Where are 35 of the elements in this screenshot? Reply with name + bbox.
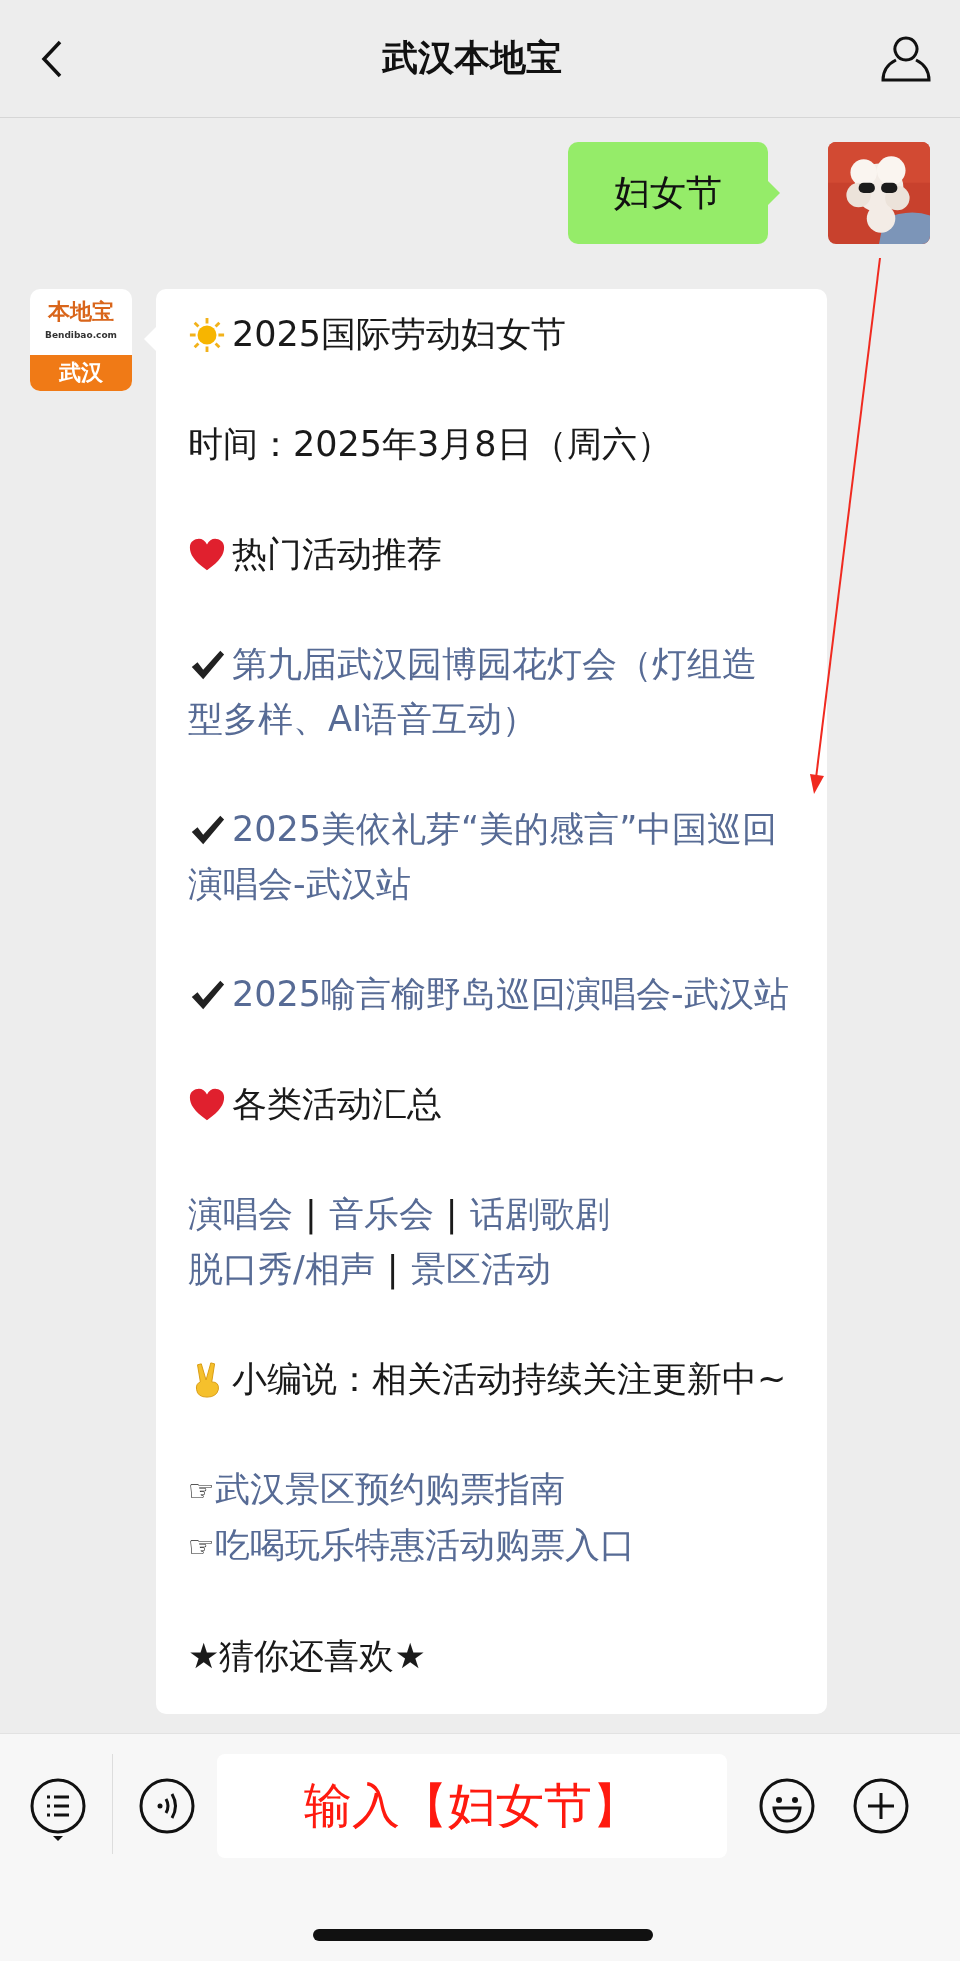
message-input[interactable]: 输入【妇女节】 — [217, 1754, 727, 1858]
article-link[interactable]: 吃喝玩乐特惠活动购票入口 — [214, 1525, 635, 1565]
message-text: 热门活动推荐 — [232, 534, 442, 574]
emoji-icon[interactable] — [757, 1776, 817, 1836]
back-icon[interactable] — [40, 38, 64, 79]
message-text: 小编说：相关活动持续关注更新中~ — [232, 1359, 787, 1399]
message-text: ★猜你还喜欢★ — [188, 1636, 426, 1676]
logo-city: 武汉 — [30, 355, 132, 391]
sent-message: 妇女节 — [568, 142, 768, 244]
article-link[interactable]: 演唱会 — [188, 1194, 293, 1234]
sun-icon — [188, 316, 226, 354]
article-link[interactable]: 武汉景区预约购票指南 — [214, 1469, 565, 1509]
article-link[interactable]: 脱口秀/相声 — [188, 1249, 375, 1289]
bubble-tail — [768, 181, 780, 205]
logo-text: 本地宝 — [48, 298, 114, 326]
article-link[interactable]: 景区活动 — [410, 1249, 551, 1289]
message-text: 2025国际劳动妇女节 — [232, 314, 567, 354]
article-link[interactable]: 音乐会 — [328, 1194, 434, 1234]
article-link[interactable]: 第九届武汉园博园花灯会（灯组造型多样、AI语音互动） — [188, 637, 791, 747]
pointing-hand-icon: ☞ — [188, 1473, 215, 1508]
menu-icon[interactable] — [28, 1776, 88, 1842]
article-link[interactable]: 2025喻言榆野岛巡回演唱会-武汉站 — [188, 967, 791, 1022]
separator-text: | — [386, 1249, 399, 1289]
message-text: 各类活动汇总 — [232, 1084, 442, 1124]
window-title: 武汉本地宝 — [382, 36, 562, 80]
message-text: 时间：2025年3月8日（周六） — [188, 424, 672, 464]
profile-icon[interactable] — [880, 34, 932, 83]
add-icon[interactable] — [851, 1776, 911, 1836]
article-link[interactable]: 2025美依礼芽“美的感言”中国巡回演唱会-武汉站 — [188, 802, 791, 912]
separator-text: | — [305, 1194, 317, 1234]
voice-icon[interactable] — [137, 1776, 197, 1836]
pointing-hand-icon: ☞ — [188, 1529, 215, 1564]
logo-domain: Bendibao.com — [45, 330, 117, 340]
article-link[interactable]: 话剧歌剧 — [469, 1194, 610, 1234]
separator-text: | — [445, 1194, 458, 1234]
